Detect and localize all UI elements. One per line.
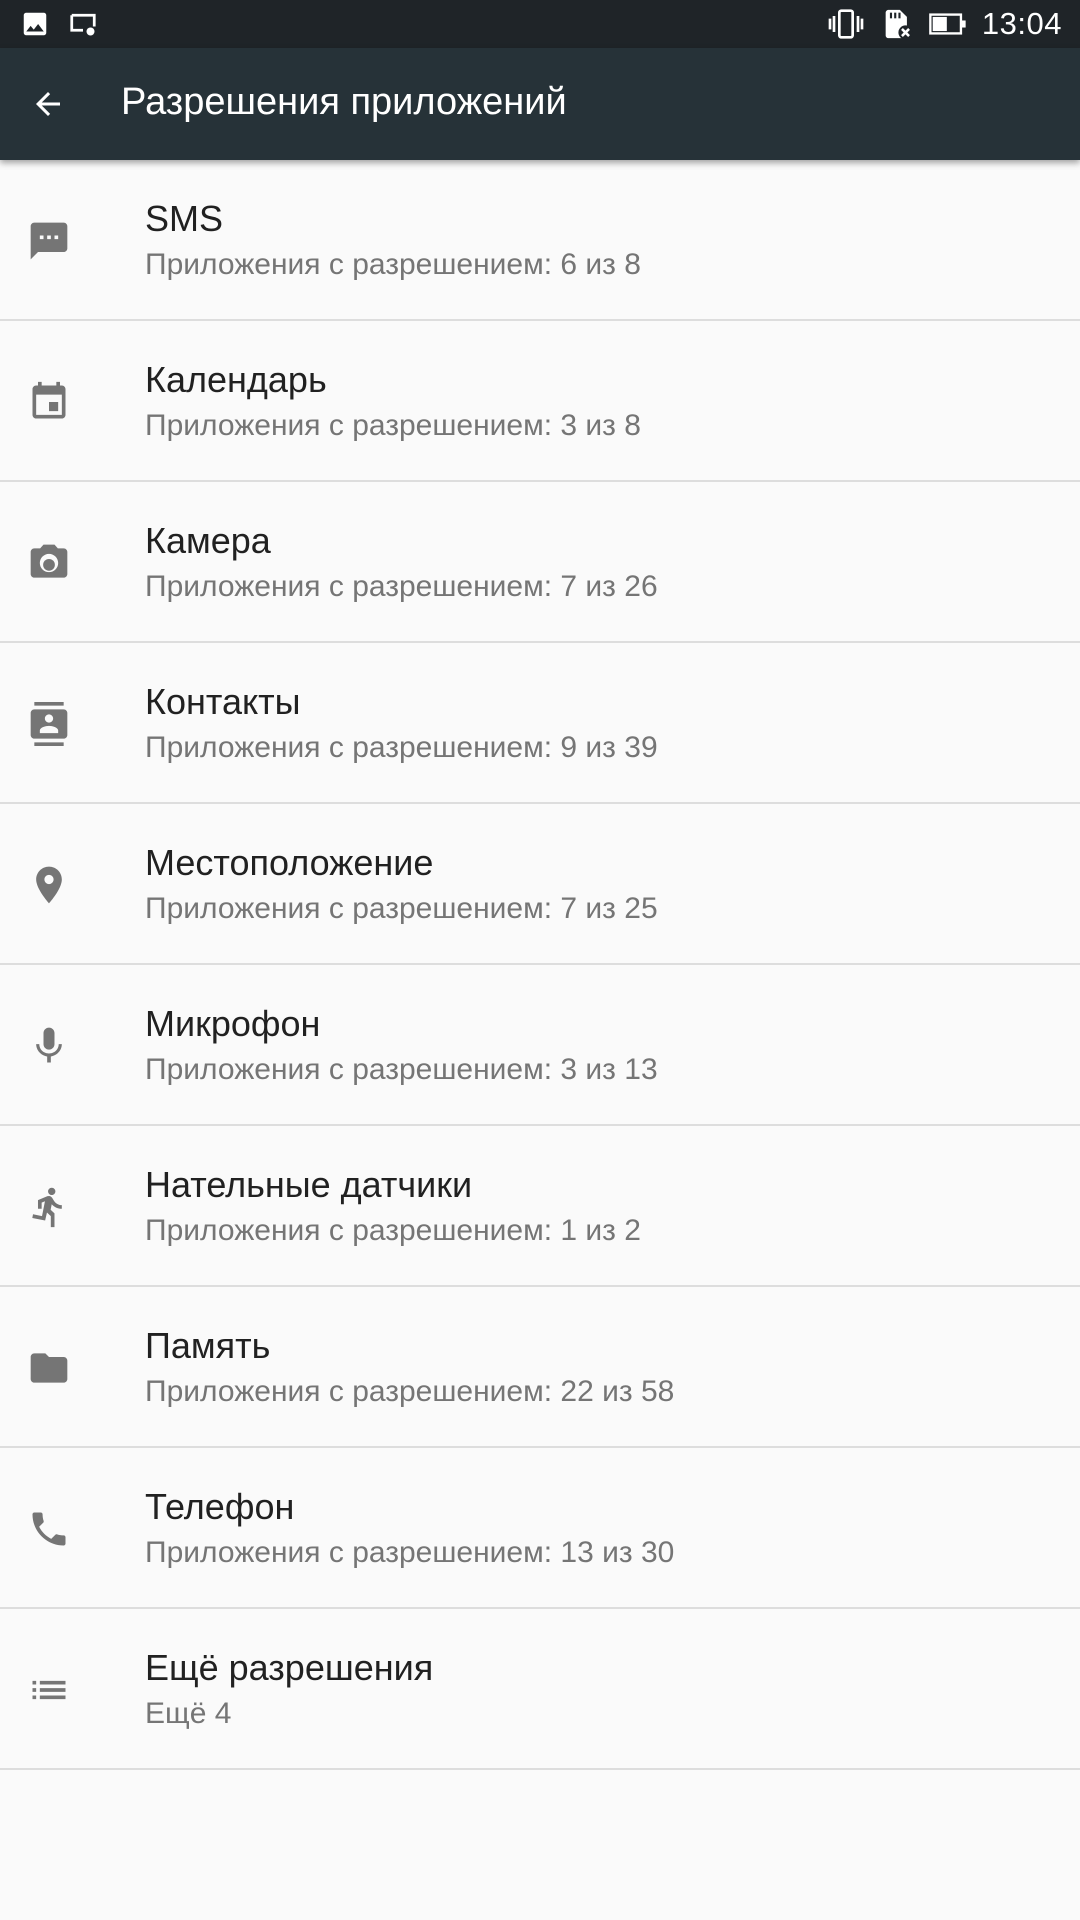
item-title: Контакты [145,681,301,722]
item-title: Телефон [145,1486,295,1527]
status-right-icons: 13:04 [826,0,1062,48]
sms-icon [26,218,72,264]
item-subtitle: Ещё 4 [145,1697,232,1730]
list-item-sms[interactable]: SMS Приложения с разрешением: 6 из 8 [0,160,1080,321]
status-time: 13:04 [981,6,1062,41]
vibrate-icon [826,8,866,40]
item-subtitle: Приложения с разрешением: 22 из 58 [145,1375,675,1408]
status-left-icons [20,9,98,39]
item-title: Микрофон [145,1003,321,1044]
item-subtitle: Приложения с разрешением: 9 из 39 [145,731,658,764]
item-subtitle: Приложения с разрешением: 7 из 26 [145,570,658,603]
microphone-icon [26,1023,72,1069]
item-subtitle: Приложения с разрешением: 7 из 25 [145,892,658,925]
item-subtitle: Приложения с разрешением: 3 из 8 [145,409,641,442]
camera-icon [26,540,72,586]
list-item-camera[interactable]: Камера Приложения с разрешением: 7 из 26 [0,482,1080,643]
item-title: Нательные датчики [145,1164,473,1205]
status-bar: 13:04 [0,0,1080,48]
list-item-storage[interactable]: Память Приложения с разрешением: 22 из 5… [0,1287,1080,1448]
calendar-icon [26,379,72,425]
list-item-body-sensors[interactable]: Нательные датчики Приложения с разрешени… [0,1126,1080,1287]
item-subtitle: Приложения с разрешением: 1 из 2 [145,1214,641,1247]
item-title: Камера [145,520,271,561]
arrow-back-icon [30,86,66,122]
item-subtitle: Приложения с разрешением: 6 из 8 [145,248,641,281]
location-icon [26,862,72,908]
sd-card-error-icon [880,7,914,41]
back-button[interactable] [20,76,76,132]
item-title: Местоположение [145,842,434,883]
battery-icon [928,11,968,37]
contacts-icon [26,701,72,747]
image-icon [20,9,50,39]
body-sensors-icon [26,1184,72,1230]
folder-icon [26,1345,72,1391]
item-title: Календарь [145,359,327,400]
permissions-list: SMS Приложения с разрешением: 6 из 8 Кал… [0,160,1080,1770]
app-bar: Разрешения приложений [0,48,1080,160]
list-item-location[interactable]: Местоположение Приложения с разрешением:… [0,804,1080,965]
item-subtitle: Приложения с разрешением: 3 из 13 [145,1053,658,1086]
item-title: SMS [145,198,224,239]
item-title: Ещё разрешения [145,1647,434,1688]
list-item-contacts[interactable]: Контакты Приложения с разрешением: 9 из … [0,643,1080,804]
list-icon [26,1667,72,1713]
list-item-microphone[interactable]: Микрофон Приложения с разрешением: 3 из … [0,965,1080,1126]
page-title: Разрешения приложений [121,81,567,123]
item-title: Память [145,1325,271,1366]
list-item-more-permissions[interactable]: Ещё разрешения Ещё 4 [0,1609,1080,1770]
screen-settings-icon [68,9,98,39]
phone-icon [26,1506,72,1552]
list-item-calendar[interactable]: Календарь Приложения с разрешением: 3 из… [0,321,1080,482]
item-subtitle: Приложения с разрешением: 13 из 30 [145,1536,675,1569]
list-item-phone[interactable]: Телефон Приложения с разрешением: 13 из … [0,1448,1080,1609]
